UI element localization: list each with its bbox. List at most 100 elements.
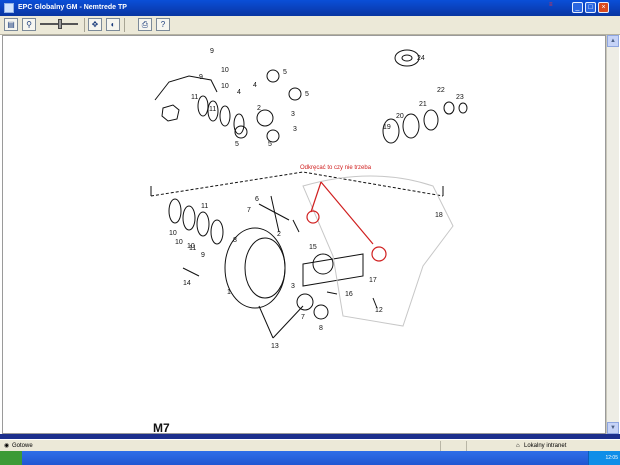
toolbar-separator <box>84 18 85 32</box>
clock: 12:05 <box>605 455 618 461</box>
leader-13 <box>258 305 274 339</box>
annotation-arrow <box>320 181 374 245</box>
callout: 1 <box>227 289 231 296</box>
case-inner <box>244 237 286 299</box>
callout: 2 <box>257 105 261 112</box>
callout: 11 <box>209 106 216 113</box>
ring-gear-outline <box>154 75 218 101</box>
nut-22 <box>443 101 455 115</box>
callout: 2 <box>277 231 281 238</box>
annotation-arrow <box>310 181 322 213</box>
washer <box>197 95 209 117</box>
pinion-bearing <box>312 253 334 275</box>
group-bracket <box>150 171 444 197</box>
callout: 5 <box>235 141 239 148</box>
zoom-slider-thumb[interactable] <box>58 19 62 29</box>
side-gear <box>266 69 280 83</box>
bearing-21 <box>423 109 439 131</box>
leader-13 <box>272 305 304 339</box>
corner-mark: ≡ <box>549 2 553 8</box>
callout: 15 <box>309 244 317 251</box>
callout: 16 <box>345 291 353 298</box>
start-button[interactable] <box>0 451 22 465</box>
toolbar-separator <box>124 18 125 32</box>
toolbar: ▤ ⚲ ✥ ◐ ⎙ ? <box>0 16 620 35</box>
status-divider <box>466 441 467 451</box>
fit-page-icon[interactable]: ✥ <box>88 18 102 31</box>
annotation-text: Odkręcać to czy nie trzeba <box>300 165 372 171</box>
callout: 9 <box>199 74 203 81</box>
washer <box>210 219 224 245</box>
pinion-gear-8 <box>313 304 329 320</box>
window-title: EPC Globalny GM - Nemtrede TP <box>18 4 127 11</box>
contrast-icon[interactable]: ◐ <box>106 18 120 31</box>
print-icon[interactable]: ⎙ <box>138 18 152 31</box>
spider-gear <box>161 104 180 122</box>
callout: 10 <box>175 239 183 246</box>
callout: 23 <box>456 94 464 101</box>
callout: 3 <box>293 126 297 133</box>
callout: 10 <box>221 83 229 90</box>
side-gear <box>234 125 248 139</box>
callout: 24 <box>417 55 425 62</box>
callout: 3 <box>291 111 295 118</box>
callout: 14 <box>183 280 191 287</box>
callout: 11 <box>191 94 198 101</box>
maximize-button[interactable]: □ <box>585 2 596 13</box>
callout: 17 <box>369 277 377 284</box>
callout: 5 <box>283 69 287 76</box>
exploded-diagram: Odkręcać to czy nie trzeba 9 10 11 4 5 5… <box>150 48 468 435</box>
callout: 21 <box>419 101 427 108</box>
washer <box>196 211 210 237</box>
callout: 9 <box>201 252 205 259</box>
red-annotation <box>306 181 387 262</box>
washer <box>168 198 182 224</box>
callout: 5 <box>305 91 309 98</box>
annotation-circle-2 <box>371 246 387 262</box>
save-icon[interactable]: ▤ <box>4 18 18 31</box>
minimize-button[interactable]: _ <box>572 2 583 13</box>
callout: 11 <box>201 203 208 210</box>
washer <box>182 205 196 231</box>
annotation-circle-1 <box>306 210 320 224</box>
scroll-up-arrow[interactable]: ▲ <box>607 35 619 47</box>
pinion-gear-7 <box>296 293 314 311</box>
system-tray: 12:05 <box>588 451 620 465</box>
callout: 22 <box>437 87 445 94</box>
seal-ring <box>394 49 420 67</box>
bolt-2 <box>292 219 300 233</box>
cross-shaft <box>258 203 290 221</box>
close-button[interactable]: × <box>598 2 609 13</box>
page-code: M7 <box>153 421 170 433</box>
washer-23 <box>458 102 468 114</box>
side-gear <box>288 87 302 101</box>
callout: 20 <box>396 113 404 120</box>
bearing-20 <box>402 113 420 139</box>
callout: 10 <box>221 67 229 74</box>
callout: 6 <box>255 196 259 203</box>
callout: 8 <box>233 237 237 244</box>
callout: 19 <box>383 124 391 131</box>
washer <box>219 105 231 127</box>
callout: 12 <box>375 307 383 314</box>
callout: 10 <box>169 230 177 237</box>
scroll-down-arrow[interactable]: ▼ <box>607 422 619 434</box>
callout: 8 <box>319 325 323 332</box>
seal-ring-hole <box>401 54 413 62</box>
title-bar: EPC Globalny GM - Nemtrede TP ≡ _ □ × <box>0 0 620 16</box>
callout: 5 <box>268 141 272 148</box>
zoom-icon[interactable]: ⚲ <box>22 18 36 31</box>
bearing-19 <box>382 118 400 144</box>
callout: 4 <box>237 89 241 96</box>
callout: 18 <box>435 212 443 219</box>
help-icon[interactable]: ? <box>156 18 170 31</box>
diagram-viewport[interactable]: Odkręcać to czy nie trzeba 9 10 11 4 5 5… <box>2 35 606 435</box>
vertical-scrollbar[interactable]: ▲ ▼ <box>606 35 619 434</box>
callout: 3 <box>291 283 295 290</box>
callout: 13 <box>271 343 279 350</box>
callout: 10 <box>187 243 195 250</box>
pin-3 <box>326 291 338 295</box>
taskbar: 12:05 <box>0 451 620 465</box>
callout: 7 <box>247 207 251 214</box>
callout: 9 <box>210 48 214 55</box>
